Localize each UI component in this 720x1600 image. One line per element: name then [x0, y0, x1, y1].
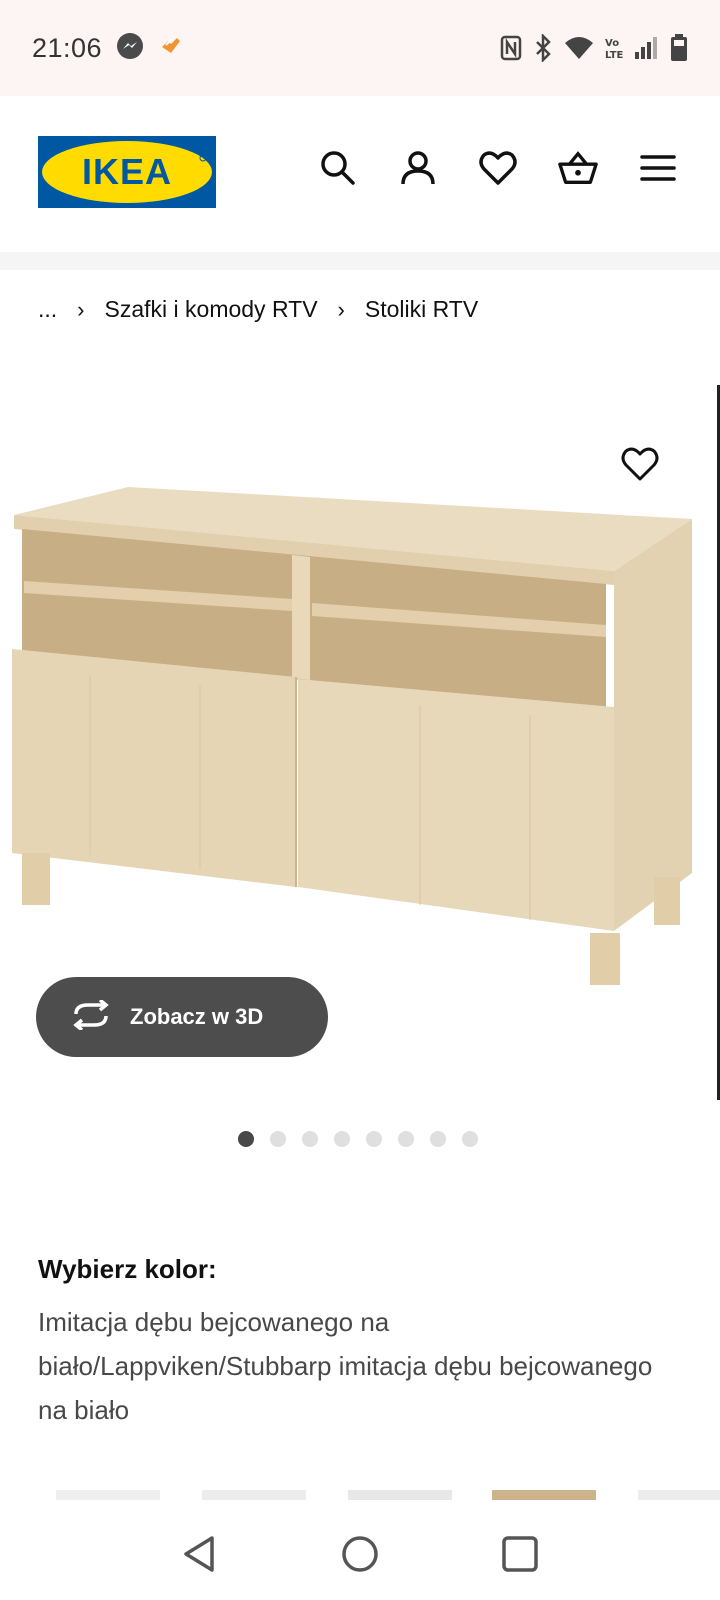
cart-icon[interactable]: [558, 148, 598, 188]
back-icon[interactable]: [170, 1524, 230, 1584]
ikea-logo[interactable]: IKEA: [38, 136, 216, 208]
home-icon[interactable]: [330, 1524, 390, 1584]
add-to-wishlist-icon[interactable]: [620, 445, 660, 485]
orange-app-icon: [158, 33, 184, 64]
pagination-dot-3[interactable]: [302, 1131, 318, 1147]
site-header: IKEA: [0, 96, 720, 252]
breadcrumb: ... › Szafki i komody RTV › Stoliki RTV: [38, 296, 478, 323]
color-heading: Wybierz kolor:: [38, 1254, 217, 1284]
recents-icon[interactable]: [490, 1524, 550, 1584]
color-swatch[interactable]: [348, 1490, 452, 1500]
battery-icon: [670, 34, 688, 62]
svg-text:IKEA: IKEA: [82, 151, 172, 192]
breadcrumb-item-szafki[interactable]: Szafki i komody RTV: [105, 296, 318, 323]
system-nav-bar: [0, 1508, 720, 1600]
color-swatch[interactable]: [56, 1490, 160, 1500]
color-swatch[interactable]: [202, 1490, 306, 1500]
color-swatch[interactable]: [492, 1490, 596, 1500]
pagination-dot-8[interactable]: [462, 1131, 478, 1147]
messenger-icon: [116, 32, 144, 65]
pagination-dot-2[interactable]: [270, 1131, 286, 1147]
chevron-right-icon: ›: [77, 296, 85, 322]
profile-icon[interactable]: [398, 148, 438, 188]
signal-icon: [634, 35, 660, 61]
svg-text:Vo: Vo: [605, 38, 619, 49]
status-time: 21:06: [32, 32, 103, 63]
menu-icon[interactable]: [638, 148, 678, 188]
bluetooth-icon: [532, 34, 554, 62]
rotate-3d-icon: [70, 998, 112, 1035]
breadcrumb-ellipsis[interactable]: ...: [38, 296, 57, 323]
pagination-dot-1[interactable]: [238, 1131, 254, 1147]
volte-icon: Vo LTE: [604, 35, 624, 61]
pagination-dot-4[interactable]: [334, 1131, 350, 1147]
status-bar: 21:06 Vo LTE: [0, 0, 720, 96]
color-value: Imitacja dębu bejcowanego na biało/Lappv…: [38, 1307, 653, 1425]
breadcrumb-item-stoliki[interactable]: Stoliki RTV: [365, 296, 478, 323]
svg-text:LTE: LTE: [605, 50, 624, 61]
pagination-dot-7[interactable]: [430, 1131, 446, 1147]
pagination-dot-5[interactable]: [366, 1131, 382, 1147]
color-swatch[interactable]: [638, 1490, 720, 1500]
view-3d-label: Zobacz w 3D: [130, 1004, 264, 1029]
header-divider: [0, 252, 720, 270]
search-icon[interactable]: [318, 148, 358, 188]
wishlist-icon[interactable]: [478, 148, 518, 188]
pagination-dot-6[interactable]: [398, 1131, 414, 1147]
chevron-right-icon: ›: [337, 296, 345, 322]
wifi-icon: [564, 35, 594, 61]
view-3d-button[interactable]: Zobacz w 3D: [36, 977, 328, 1057]
image-pagination: [238, 1131, 478, 1147]
nfc-icon: [500, 35, 522, 61]
color-swatches: [0, 1490, 720, 1502]
